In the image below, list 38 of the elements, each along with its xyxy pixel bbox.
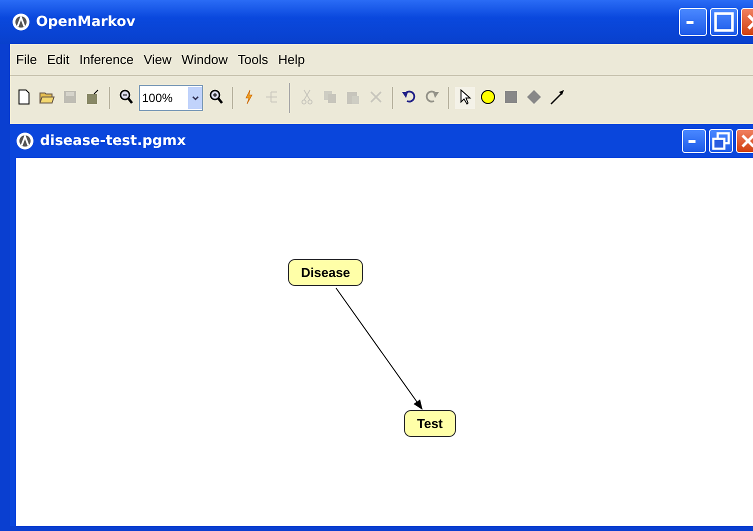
window-title: OpenMarkov bbox=[36, 14, 136, 30]
menu-item[interactable]: Window bbox=[182, 52, 228, 67]
clipboard-icon bbox=[345, 89, 361, 105]
undo-icon bbox=[401, 89, 417, 105]
scissors-icon bbox=[299, 89, 315, 105]
menu-item[interactable]: Tools bbox=[238, 52, 268, 67]
zoom-out-icon bbox=[118, 89, 134, 105]
arrow-icon bbox=[549, 89, 565, 105]
square-icon bbox=[503, 89, 519, 105]
menu-item[interactable]: File bbox=[16, 52, 37, 67]
circle-icon bbox=[480, 89, 496, 105]
maximize-button[interactable] bbox=[710, 8, 738, 36]
zoom-dropdown[interactable]: 100% bbox=[139, 85, 203, 111]
minimize-button[interactable] bbox=[682, 129, 706, 153]
chevron-down-icon bbox=[190, 94, 200, 102]
restore-button[interactable] bbox=[709, 129, 733, 153]
select-button[interactable] bbox=[455, 87, 475, 109]
menu-item[interactable]: Help bbox=[278, 52, 305, 67]
menu-item[interactable]: Inference bbox=[79, 52, 134, 67]
close-button[interactable] bbox=[736, 129, 753, 153]
diamond-icon bbox=[526, 89, 542, 105]
minimize-button[interactable] bbox=[679, 8, 707, 36]
tree-icon bbox=[264, 89, 280, 105]
zoom-in-icon bbox=[208, 89, 224, 105]
app-logo-icon bbox=[16, 132, 34, 150]
app-logo-icon bbox=[12, 13, 30, 31]
minimize-icon bbox=[688, 140, 696, 143]
menu-item[interactable]: Edit bbox=[46, 52, 70, 67]
minimize-icon bbox=[686, 21, 694, 24]
redo-icon bbox=[424, 89, 440, 105]
menu-item[interactable]: View bbox=[144, 52, 172, 67]
restore-icon bbox=[710, 130, 732, 152]
page-icon bbox=[16, 89, 32, 105]
chance-node[interactable]: Disease bbox=[288, 259, 364, 286]
document-title: disease-test.pgmx bbox=[40, 133, 187, 149]
copy-icon bbox=[322, 89, 338, 105]
chance-node[interactable]: Test bbox=[404, 410, 456, 437]
cross-icon bbox=[368, 89, 384, 105]
